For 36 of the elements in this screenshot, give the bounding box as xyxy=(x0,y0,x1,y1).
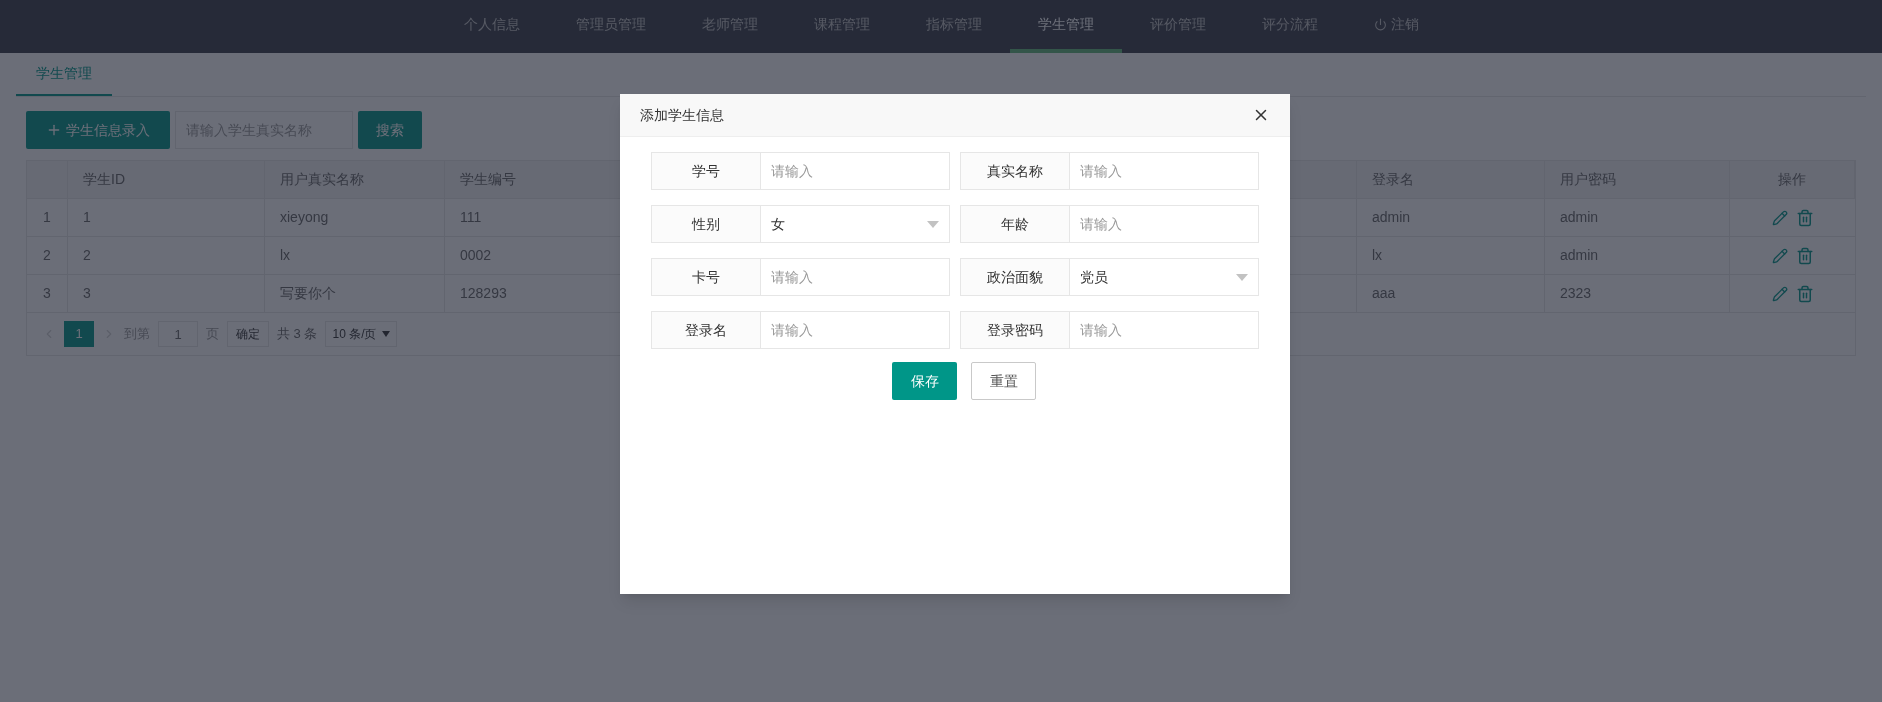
search-button[interactable]: 搜索 xyxy=(358,111,422,149)
field-label: 登录密码 xyxy=(960,311,1070,349)
reset-button[interactable]: 重置 xyxy=(971,362,1036,400)
delete-icon[interactable] xyxy=(1795,208,1814,227)
field-label: 政治面貌 xyxy=(960,258,1070,296)
field-label: 真实名称 xyxy=(960,152,1070,190)
input-field[interactable]: 请输入 xyxy=(761,152,950,190)
caret-icon xyxy=(382,331,391,337)
power-icon xyxy=(1373,18,1387,31)
add-student-button[interactable]: 学生信息录入 xyxy=(26,111,170,149)
input-field[interactable]: 请输入 xyxy=(761,311,950,349)
field-label: 年龄 xyxy=(960,205,1070,243)
caret-icon xyxy=(1236,273,1248,281)
edit-icon[interactable] xyxy=(1771,209,1788,226)
input-field[interactable]: 请输入 xyxy=(1070,311,1259,349)
field-label: 卡号 xyxy=(651,258,761,296)
input-field[interactable]: 请输入 xyxy=(1070,205,1259,243)
edit-icon[interactable] xyxy=(1771,285,1788,302)
confirm-button[interactable]: 确定 xyxy=(227,321,269,347)
select-field[interactable]: 党员 xyxy=(1070,258,1259,296)
page-number[interactable]: 1 xyxy=(64,321,94,347)
field-label: 学号 xyxy=(651,152,761,190)
field-label: 登录名 xyxy=(651,311,761,349)
field-label: 性别 xyxy=(651,205,761,243)
edit-icon[interactable] xyxy=(1771,247,1788,264)
delete-icon[interactable] xyxy=(1795,284,1814,303)
page-size-select[interactable]: 10 条/页 xyxy=(325,321,398,347)
plus-icon xyxy=(46,122,62,138)
input-field[interactable]: 请输入 xyxy=(761,258,950,296)
page-tab[interactable]: 学生管理 xyxy=(16,53,112,96)
delete-icon[interactable] xyxy=(1795,246,1814,265)
dialog-title: 添加学生信息 xyxy=(640,105,724,125)
save-button[interactable]: 保存 xyxy=(892,362,957,400)
input-field[interactable]: 请输入 xyxy=(1070,152,1259,190)
caret-icon xyxy=(927,220,939,228)
select-field[interactable]: 女 xyxy=(761,205,950,243)
